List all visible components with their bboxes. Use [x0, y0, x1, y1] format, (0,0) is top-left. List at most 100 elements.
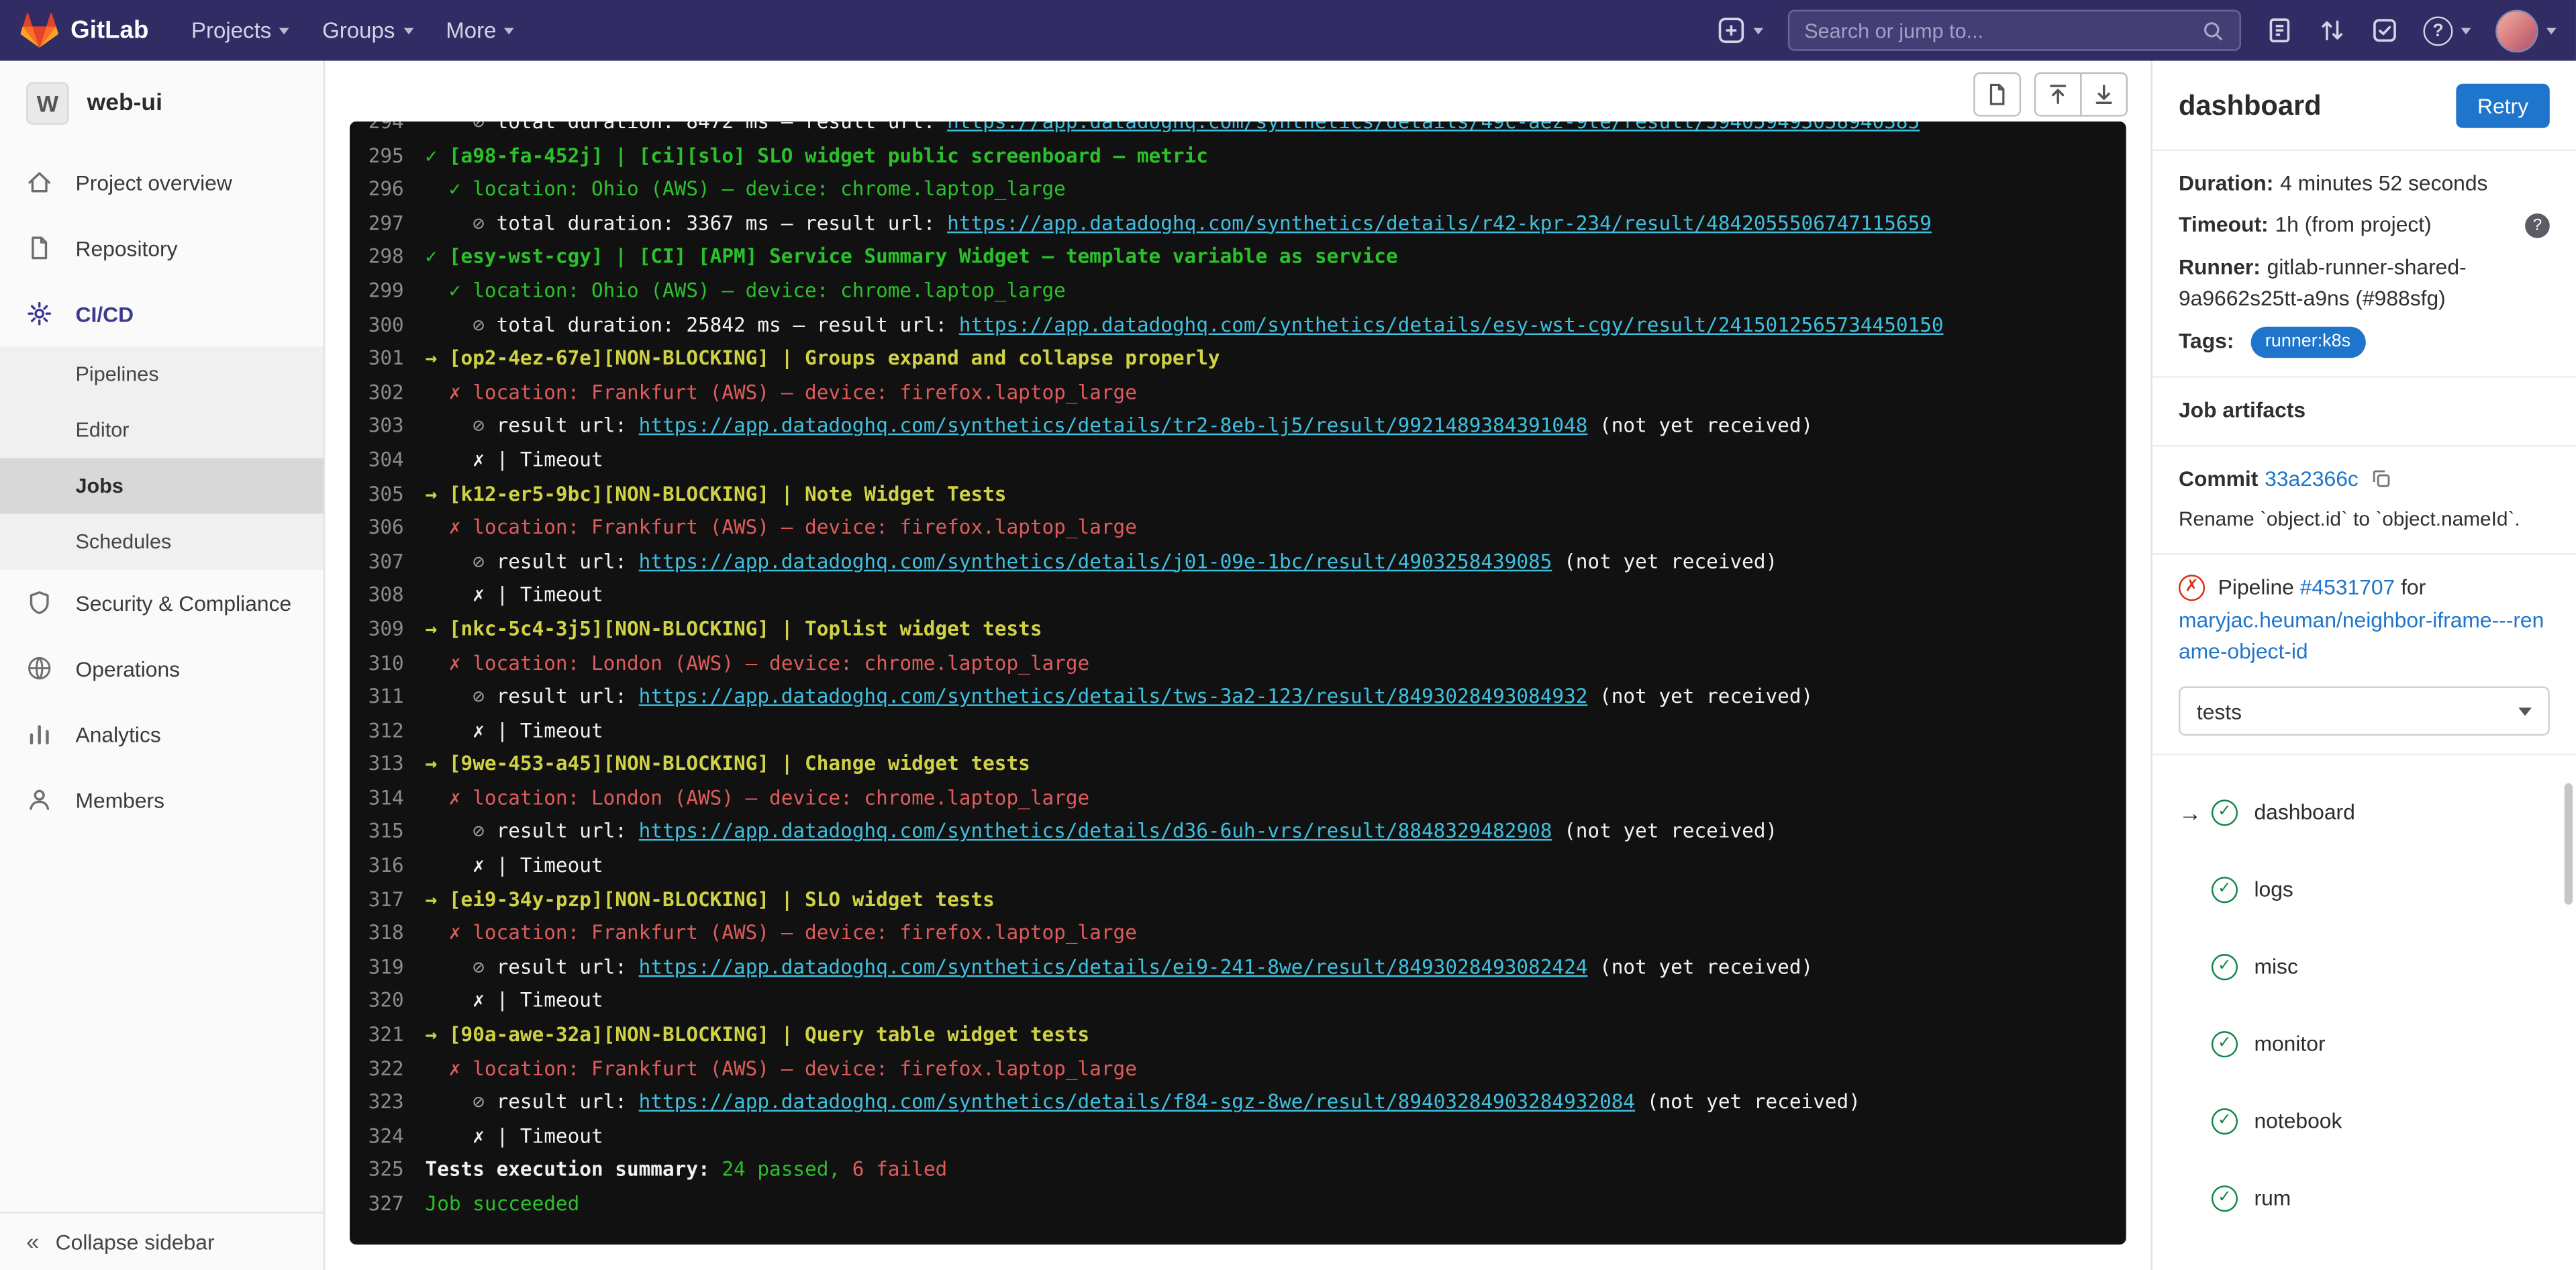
sidebar-item-jobs[interactable]: Jobs	[0, 458, 324, 514]
log-line: 300 ⊘ total duration: 25842 ms — result …	[350, 308, 2113, 342]
sidebar-item-repository[interactable]: Repository	[0, 215, 324, 281]
log-line-number[interactable]: 313	[350, 748, 426, 781]
log-result-url-link[interactable]: https://app.datadoghq.com/synthetics/det…	[639, 955, 1588, 978]
log-line-number[interactable]: 304	[350, 443, 426, 477]
search-box[interactable]	[1788, 10, 2241, 51]
log-segment: ✗ location: Frankfurt (AWS) — device: fi…	[426, 1057, 1137, 1079]
log-segment: ⊘	[426, 211, 485, 234]
job-item-dashboard[interactable]: →✓dashboard	[2179, 773, 2550, 850]
log-result-url-link[interactable]: https://app.datadoghq.com/synthetics/det…	[639, 414, 1588, 437]
log-line-number[interactable]: 315	[350, 815, 426, 848]
log-result-url-link[interactable]: https://app.datadoghq.com/synthetics/det…	[947, 121, 1920, 133]
log-line-number[interactable]: 324	[350, 1120, 426, 1153]
log-line-number[interactable]: 322	[350, 1052, 426, 1085]
job-item-logs[interactable]: ✓logs	[2179, 850, 2550, 928]
sidebar-item-project-overview[interactable]: Project overview	[0, 150, 324, 215]
pipeline-ref-link[interactable]: maryjac.heuman/neighbor-iframe---rename-…	[2179, 607, 2550, 669]
help-menu-button[interactable]: ?	[2423, 15, 2471, 45]
nav-menu-groups[interactable]: Groups	[306, 0, 430, 61]
log-line-number[interactable]: 303	[350, 409, 426, 443]
new-menu-button[interactable]	[1718, 16, 1763, 44]
log-line-number[interactable]: 318	[350, 917, 426, 950]
sidebar-item-members[interactable]: Members	[0, 767, 324, 832]
log-line-number[interactable]: 294	[350, 121, 426, 139]
timeout-label: Timeout:	[2179, 211, 2269, 241]
log-line-number[interactable]: 307	[350, 544, 426, 578]
retry-button[interactable]: Retry	[2456, 84, 2550, 128]
log-line-number[interactable]: 300	[350, 308, 426, 342]
log-result-url-link[interactable]: https://app.datadoghq.com/synthetics/det…	[639, 820, 1552, 843]
log-result-url-link[interactable]: https://app.datadoghq.com/synthetics/det…	[947, 211, 1932, 234]
status-success-icon: ✓	[2212, 953, 2238, 979]
log-line-number[interactable]: 312	[350, 714, 426, 747]
pipeline-id-link[interactable]: #4531707	[2300, 574, 2395, 599]
sidebar-item-ci-cd[interactable]: CI/CD	[0, 281, 324, 346]
sidebar-item-schedules[interactable]: Schedules	[0, 514, 324, 570]
project-header-link[interactable]: W web-ui	[0, 61, 324, 150]
scroll-bottom-button[interactable]	[2080, 72, 2128, 117]
log-line-number[interactable]: 310	[350, 646, 426, 680]
sidebar-item-editor[interactable]: Editor	[0, 402, 324, 458]
log-result-url-link[interactable]: https://app.datadoghq.com/synthetics/det…	[639, 685, 1588, 707]
merge-requests-icon[interactable]	[2318, 16, 2346, 44]
scroll-top-button[interactable]	[2034, 72, 2082, 117]
members-icon	[26, 787, 52, 813]
log-line-number[interactable]: 325	[350, 1153, 426, 1187]
log-line-number[interactable]: 295	[350, 139, 426, 173]
user-menu-button[interactable]	[2495, 9, 2557, 52]
job-item-monitor[interactable]: ✓monitor	[2179, 1005, 2550, 1082]
log-line-number[interactable]: 320	[350, 984, 426, 1018]
commit-sha-link[interactable]: 33a2366c	[2265, 467, 2359, 491]
nav-menu-more[interactable]: More	[430, 0, 531, 61]
log-result-url-link[interactable]: https://app.datadoghq.com/synthetics/det…	[639, 550, 1552, 573]
job-item-rum[interactable]: ✓rum	[2179, 1159, 2550, 1236]
log-line-number[interactable]: 301	[350, 342, 426, 375]
job-artifacts-title: Job artifacts	[2179, 396, 2550, 427]
log-line-number[interactable]: 309	[350, 612, 426, 646]
log-line-number[interactable]: 297	[350, 207, 426, 240]
log-result-url-link[interactable]: https://app.datadoghq.com/synthetics/det…	[959, 313, 1944, 336]
log-line-number[interactable]: 323	[350, 1085, 426, 1119]
nav-menu-projects[interactable]: Projects	[175, 0, 306, 61]
log-line-number[interactable]: 305	[350, 477, 426, 511]
log-line-number[interactable]: 296	[350, 173, 426, 206]
gitlab-home-link[interactable]: GitLab	[19, 11, 148, 49]
log-line-number[interactable]: 308	[350, 579, 426, 612]
stage-dropdown[interactable]: tests	[2179, 687, 2550, 736]
log-line-number[interactable]: 306	[350, 511, 426, 544]
copy-commit-icon[interactable]	[2370, 468, 2391, 489]
log-line-number[interactable]: 314	[350, 781, 426, 815]
log-line-number[interactable]: 316	[350, 849, 426, 883]
log-segment	[840, 1158, 852, 1181]
raw-file-icon	[1985, 82, 2010, 107]
sidebar-item-security-compliance[interactable]: Security & Compliance	[0, 570, 324, 636]
scrollbar-thumb[interactable]	[2565, 783, 2573, 905]
log-line-number[interactable]: 302	[350, 376, 426, 409]
search-input[interactable]	[1804, 19, 2191, 42]
log-line-text: ✗ | Timeout	[426, 579, 603, 612]
sidebar-item-analytics[interactable]: Analytics	[0, 701, 324, 767]
log-line-number[interactable]: 327	[350, 1187, 426, 1221]
log-line-number[interactable]: 317	[350, 883, 426, 916]
show-raw-button[interactable]	[1973, 72, 2021, 117]
sidebar-item-pipelines[interactable]: Pipelines	[0, 346, 324, 402]
tag-badge[interactable]: runner:k8s	[2250, 326, 2365, 358]
sidebar-item-operations[interactable]: Operations	[0, 636, 324, 701]
collapse-sidebar-button[interactable]: « Collapse sidebar	[0, 1211, 324, 1270]
todos-icon[interactable]	[2371, 16, 2399, 44]
job-item-misc[interactable]: ✓misc	[2179, 928, 2550, 1005]
log-line-number[interactable]: 299	[350, 274, 426, 307]
log-line-number[interactable]: 298	[350, 240, 426, 274]
chevron-down-icon	[280, 27, 290, 34]
log-result-url-link[interactable]: https://app.datadoghq.com/synthetics/det…	[639, 1091, 1635, 1114]
issues-icon[interactable]	[2266, 16, 2294, 44]
timeout-help-icon[interactable]: ?	[2525, 213, 2550, 238]
log-line-number[interactable]: 311	[350, 680, 426, 714]
log-line-number[interactable]: 321	[350, 1018, 426, 1052]
log-segment: ⊘	[426, 121, 485, 133]
log-line-number[interactable]: 319	[350, 950, 426, 984]
log-segment: ✗ | Timeout	[426, 719, 603, 742]
job-name: logs	[2254, 877, 2293, 901]
sidebar-item-label: CI/CD	[76, 301, 134, 326]
job-item-notebook[interactable]: ✓notebook	[2179, 1082, 2550, 1159]
